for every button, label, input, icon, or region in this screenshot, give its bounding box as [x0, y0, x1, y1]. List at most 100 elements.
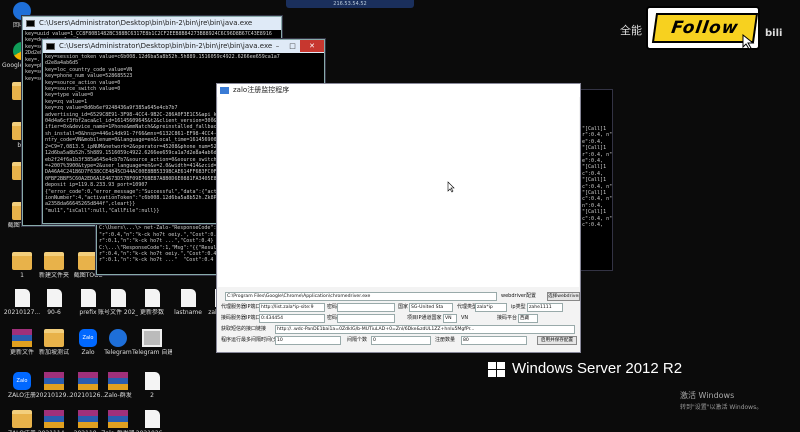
console-front-title: C:\Users\Administrator\Desktop\bin\bin-2…: [59, 42, 273, 50]
blue-icon: [109, 329, 127, 347]
project-label: 项目IP通道国家: [407, 315, 442, 321]
webdriver-label: webdriver配置: [501, 293, 537, 299]
console-line: "[Call]1: [582, 209, 607, 216]
maximize-icon[interactable]: □: [285, 40, 300, 52]
interval-field[interactable]: 10: [275, 336, 341, 345]
file-icon: [144, 410, 160, 428]
start-save-button[interactable]: 启用并保存配置: [537, 336, 577, 345]
file-icon: [144, 372, 160, 390]
console-back-titlebar[interactable]: C:\Users\Administrator\Desktop\bin\bin-2…: [23, 17, 281, 30]
proxy-label: 代理服务器IP端口: [221, 304, 261, 310]
zalo-monitor-window[interactable]: zalo注册监控程序 C:\Program Files\Google\Chrom…: [216, 83, 581, 353]
reg-server-row: 接码服务器IP端口 0:434454 密码 项目IP通道国家 VN VN 接码平…: [221, 314, 576, 324]
desktop-icon[interactable]: 2: [132, 372, 172, 410]
console-line: c":0.4, n"k-: [582, 196, 612, 203]
follow-sticker: Follow: [646, 6, 760, 50]
interval-row: 程序运行最多间隔时间(分) 10 间隔个数 0 注册数量 80 启用并保存配置: [221, 336, 577, 346]
proxy-field[interactable]: http://list.zala*ip-site:9: [259, 303, 325, 312]
zalo-icon: Zalo: [79, 329, 97, 347]
reg-count-label: 注册数量: [435, 337, 456, 343]
desktop-icon-label: Telegram 自建 project: [132, 349, 172, 356]
file-icon: [110, 289, 126, 307]
desktop-icon[interactable]: 2021026...: [132, 410, 172, 432]
proxy-row: 代理服务器IP端口 http://list.zala*ip-site:9 密码 …: [221, 303, 576, 313]
activate-subtitle: 转到"设置"以激活 Windows。: [680, 404, 763, 411]
rar-icon: [78, 410, 98, 428]
console-back-title: C:\Users\Administrator\Desktop\bin\bin-2…: [39, 19, 253, 27]
exe-icon: [142, 329, 162, 347]
country-label: 国家: [398, 304, 409, 310]
bili-logo: bili: [765, 28, 783, 39]
monitor-title: zalo注册监控程序: [233, 86, 290, 94]
api-label: 获取短信的接口链接: [221, 326, 267, 332]
file-icon: [80, 289, 96, 307]
file-icon: [180, 289, 196, 307]
mouse-cursor-icon: [447, 181, 455, 193]
country-select[interactable]: SG-United Sta: [409, 303, 453, 312]
count-label: 间隔个数: [347, 337, 368, 343]
minimize-icon[interactable]: –: [270, 40, 285, 52]
console-icon: [46, 43, 55, 50]
rar-icon: [108, 410, 128, 428]
folder-icon: [78, 252, 98, 270]
webdriver-row: C:\Program Files\Google\Chrome\Applicati…: [221, 292, 580, 302]
console-window-side[interactable]: "[Call]1r":0.4, n"k-e":0.4,"[Call]1r":0.…: [580, 90, 612, 270]
app-icon: [220, 87, 229, 94]
os-name: Windows Server 2012 R2: [512, 360, 683, 377]
count-field[interactable]: 0: [371, 336, 431, 345]
proxy-type-select[interactable]: zala*ip: [475, 303, 507, 312]
console-line: "[Call]1: [582, 177, 607, 184]
rar-icon: [108, 372, 128, 390]
project-select[interactable]: VN: [443, 314, 457, 323]
file-icon: [144, 289, 160, 307]
console-line: r":0.4, n"k-: [582, 132, 612, 139]
console-line: "[Call]1: [582, 145, 607, 152]
webdriver-path-field[interactable]: C:\Program Files\Google\Chrome\Applicati…: [225, 292, 497, 301]
monitor-titlebar[interactable]: zalo注册监控程序: [217, 84, 580, 97]
folder-icon: [12, 252, 32, 270]
vn-label: VN: [461, 315, 469, 321]
password-field[interactable]: [337, 303, 395, 312]
console-icon: [26, 20, 35, 27]
reg-server-label: 接码服务器IP端口: [221, 315, 261, 321]
ip-type-select[interactable]: zahe1111: [527, 303, 563, 312]
api-field[interactable]: http://..wdc-PanDE1bai1a=0ZdklG/b-MUTiuL…: [275, 325, 575, 334]
rar-icon: [78, 372, 98, 390]
ip-type-label: ip类型: [511, 304, 526, 310]
remote-session-bar[interactable]: 216.53.54.52: [286, 0, 414, 8]
console-front-titlebar[interactable]: C:\Users\Administrator\Desktop\bin\bin-2…: [43, 40, 324, 53]
rar-icon: [44, 372, 64, 390]
console-line: "[Call]1: [582, 164, 607, 171]
desktop-icon[interactable]: Telegram 自建 project: [132, 329, 172, 367]
console-side-output: "[Call]1r":0.4, n"k-e":0.4,"[Call]1r":0.…: [580, 90, 612, 270]
rar-icon: [44, 410, 64, 428]
password2-field[interactable]: [337, 314, 395, 323]
activate-title: 激活 Windows: [680, 391, 735, 400]
file-icon: [14, 289, 30, 307]
reg-server-field[interactable]: 0:434454: [259, 314, 325, 323]
desktop-icon[interactable]: 更新参数: [132, 289, 172, 327]
file-icon: [46, 289, 62, 307]
cursor-icon: [742, 34, 755, 50]
corner-text: 全能: [620, 24, 642, 37]
folder-icon: [44, 329, 64, 347]
rar-icon: [12, 329, 32, 347]
zalo-icon: Zalo: [13, 372, 31, 390]
platform-select[interactable]: 西藏: [518, 314, 538, 323]
desktop: 216.53.54.52 回收站Google Chromebin截图TOOL1新…: [0, 0, 800, 432]
folder-icon: [12, 410, 32, 428]
folder-icon: [44, 252, 64, 270]
api-row: 获取短信的接口链接 http://..wdc-PanDE1bai1a=0Zdkl…: [221, 325, 576, 335]
platform-label: 接码平台: [497, 315, 518, 321]
close-icon[interactable]: ✕: [300, 40, 324, 52]
password2-label: 密码: [327, 315, 338, 321]
monitor-log-area: [218, 97, 579, 287]
desktop-icon-label: 更新参数: [139, 309, 164, 316]
console-line: c":0.4,: [582, 222, 604, 229]
select-webdriver-button[interactable]: 选择webdriver: [547, 292, 580, 301]
proxy-type-label: 代理类型: [457, 304, 478, 310]
reg-count-field[interactable]: 80: [461, 336, 527, 345]
windows-logo-icon: [488, 362, 506, 377]
password-label: 密码: [327, 304, 338, 310]
interval-label: 程序运行最多间隔时间(分): [221, 337, 280, 343]
